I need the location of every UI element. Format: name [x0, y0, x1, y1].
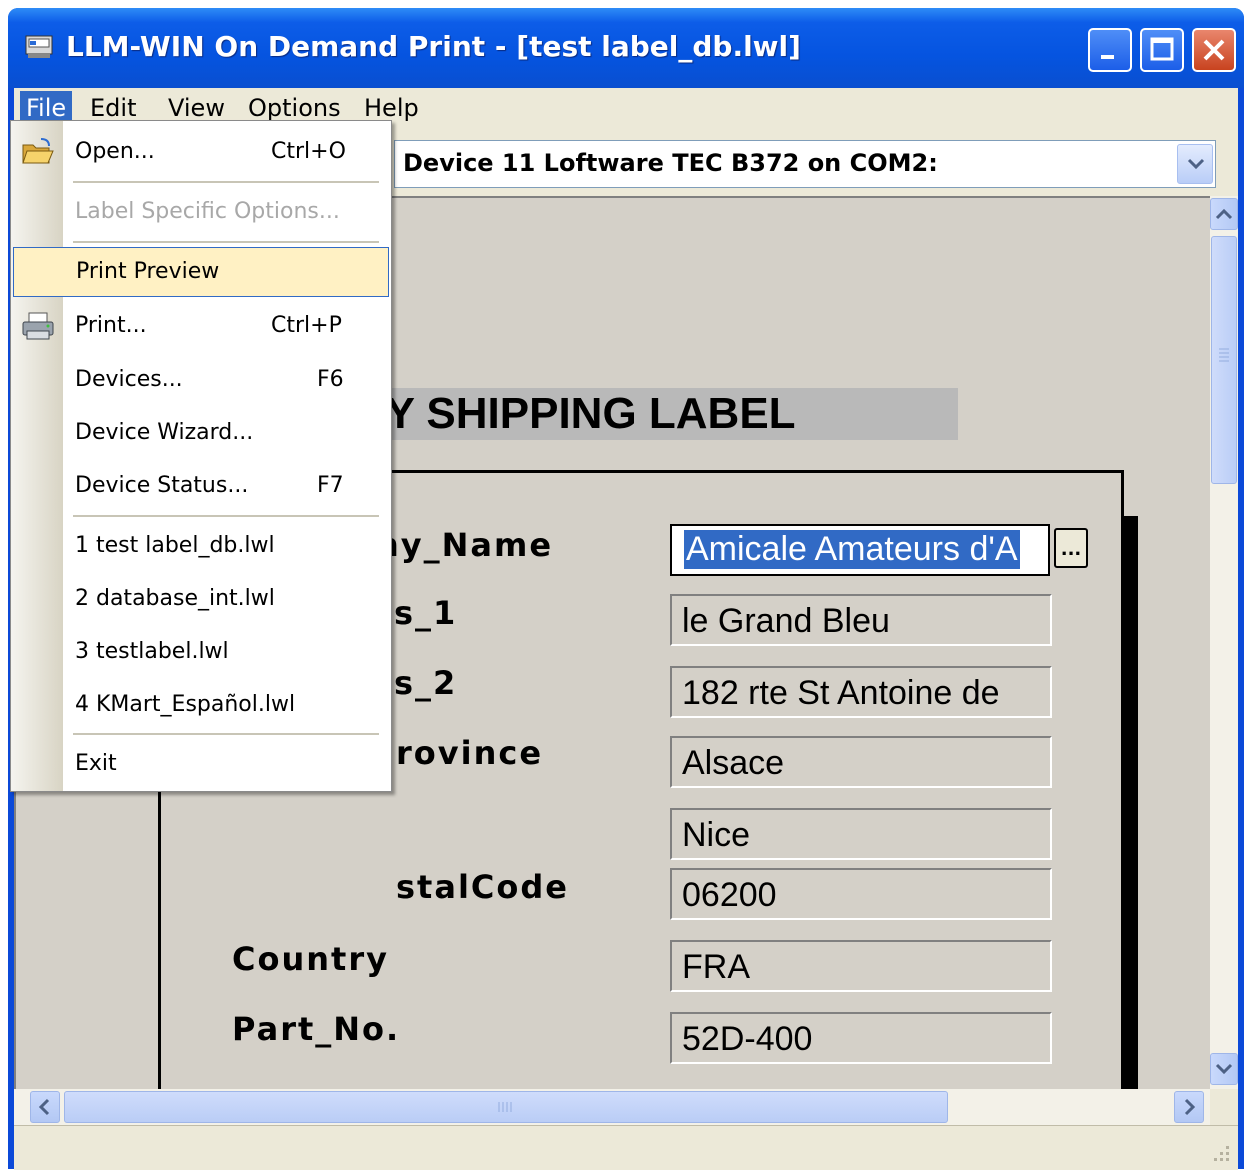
- menu-item-label-specific-options[interactable]: Label Specific Options...: [11, 187, 391, 237]
- menu-item-open[interactable]: Open... Ctrl+O: [11, 127, 391, 177]
- postal-code-label: stalCode: [396, 868, 569, 906]
- menu-item-recent-file[interactable]: 3 testlabel.lwl: [11, 627, 391, 677]
- horizontal-scrollbar[interactable]: [14, 1089, 1210, 1125]
- recent-file-label: 1 test label_db.lwl: [75, 533, 275, 558]
- grip-icon: [498, 1102, 512, 1112]
- menu-item-device-status-shortcut: F7: [317, 473, 344, 498]
- vertical-scroll-thumb[interactable]: [1211, 236, 1237, 484]
- title-bar[interactable]: LLM-WIN On Demand Print - [test label_db…: [8, 8, 1244, 88]
- file-menu-dropdown: Open... Ctrl+O Label Specific Options...…: [10, 120, 392, 792]
- resize-grip-icon[interactable]: [1210, 1142, 1232, 1164]
- device-select-value: Device 11 Loftware TEC B372 on COM2:: [403, 149, 938, 177]
- menu-item-recent-file[interactable]: 4 KMart_Español.lwl: [11, 680, 391, 730]
- maximize-button[interactable]: [1140, 28, 1184, 72]
- menu-item-print[interactable]: Print... Ctrl+P: [11, 301, 391, 351]
- menu-item-open-label: Open...: [75, 139, 155, 164]
- menu-item-recent-file[interactable]: 1 test label_db.lwl: [11, 521, 391, 571]
- close-button[interactable]: [1192, 28, 1236, 72]
- postal-code-field[interactable]: 06200: [670, 868, 1052, 920]
- chevron-up-icon: [1215, 208, 1233, 220]
- city-field[interactable]: Nice: [670, 808, 1052, 860]
- address-2-value: 182 rte St Antoine de: [682, 674, 1000, 712]
- open-folder-icon: [21, 137, 55, 167]
- address-2-field[interactable]: 182 rte St Antoine de: [670, 666, 1052, 718]
- scroll-left-button[interactable]: [30, 1091, 60, 1123]
- menu-item-print-shortcut: Ctrl+P: [271, 313, 342, 338]
- chevron-down-icon: [1187, 158, 1205, 170]
- part-no-value: 52D-400: [682, 1020, 813, 1058]
- menu-separator: [73, 241, 379, 243]
- scrollbar-corner: [1210, 1089, 1238, 1125]
- window-title: LLM-WIN On Demand Print - [test label_db…: [66, 30, 801, 63]
- grip-icon: [1219, 348, 1229, 362]
- address-1-label: s_1: [394, 594, 458, 632]
- chevron-left-icon: [38, 1098, 50, 1116]
- scroll-right-button[interactable]: [1174, 1091, 1204, 1123]
- part-no-field[interactable]: 52D-400: [670, 1012, 1052, 1064]
- recent-file-label: 3 testlabel.lwl: [75, 639, 229, 664]
- menu-item-devices-label: Devices...: [75, 367, 183, 392]
- address-1-field[interactable]: le Grand Bleu: [670, 594, 1052, 646]
- menu-separator: [73, 515, 379, 517]
- province-label: rovince: [396, 734, 544, 772]
- vertical-scrollbar[interactable]: [1210, 196, 1238, 1089]
- country-field[interactable]: FRA: [670, 940, 1052, 992]
- menu-item-print-preview-label: Print Preview: [76, 259, 220, 284]
- status-bar: [14, 1125, 1238, 1170]
- menu-item-open-shortcut: Ctrl+O: [271, 139, 346, 164]
- horizontal-scroll-thumb[interactable]: [64, 1091, 948, 1123]
- chevron-down-icon: [1215, 1063, 1233, 1075]
- menu-item-exit-label: Exit: [75, 751, 117, 776]
- menu-item-devices-shortcut: F6: [317, 367, 344, 392]
- menu-separator: [73, 733, 379, 735]
- province-value: Alsace: [682, 744, 785, 782]
- recent-file-label: 2 database_int.lwl: [75, 586, 275, 611]
- app-icon: [24, 32, 54, 60]
- device-dropdown-button[interactable]: [1177, 144, 1213, 184]
- part-no-label: Part_No.: [232, 1010, 401, 1048]
- address-1-value: le Grand Bleu: [682, 602, 890, 640]
- menu-separator: [73, 181, 379, 183]
- menu-item-print-label: Print...: [75, 313, 147, 338]
- postal-code-value: 06200: [682, 876, 777, 914]
- menu-item-label-specific-options-label: Label Specific Options...: [75, 199, 340, 224]
- printer-icon: [21, 311, 55, 341]
- menu-item-print-preview[interactable]: Print Preview: [13, 247, 389, 297]
- company-name-label: ny_Name: [376, 526, 554, 564]
- chevron-right-icon: [1184, 1098, 1196, 1116]
- scroll-up-button[interactable]: [1210, 198, 1238, 230]
- address-2-label: s_2: [394, 664, 458, 702]
- menu-item-devices[interactable]: Devices... F6: [11, 355, 391, 405]
- menu-item-device-wizard-label: Device Wizard...: [75, 420, 254, 445]
- menu-item-device-status-label: Device Status...: [75, 473, 249, 498]
- company-lookup-button[interactable]: ...: [1054, 528, 1088, 568]
- menu-item-device-status[interactable]: Device Status... F7: [11, 461, 391, 511]
- recent-file-label: 4 KMart_Español.lwl: [75, 692, 296, 717]
- company-name-field[interactable]: Amicale Amateurs d'A: [670, 524, 1050, 576]
- menu-item-exit[interactable]: Exit: [11, 739, 391, 789]
- menu-item-device-wizard[interactable]: Device Wizard...: [11, 408, 391, 458]
- country-label: Country: [232, 940, 389, 978]
- menu-item-recent-file[interactable]: 2 database_int.lwl: [11, 574, 391, 624]
- country-value: FRA: [682, 948, 750, 986]
- company-name-value: Amicale Amateurs d'A: [684, 530, 1020, 569]
- scroll-down-button[interactable]: [1210, 1053, 1238, 1085]
- city-value: Nice: [682, 816, 751, 854]
- minimize-button[interactable]: [1088, 28, 1132, 72]
- province-field[interactable]: Alsace: [670, 736, 1052, 788]
- device-select[interactable]: Device 11 Loftware TEC B372 on COM2:: [394, 140, 1216, 188]
